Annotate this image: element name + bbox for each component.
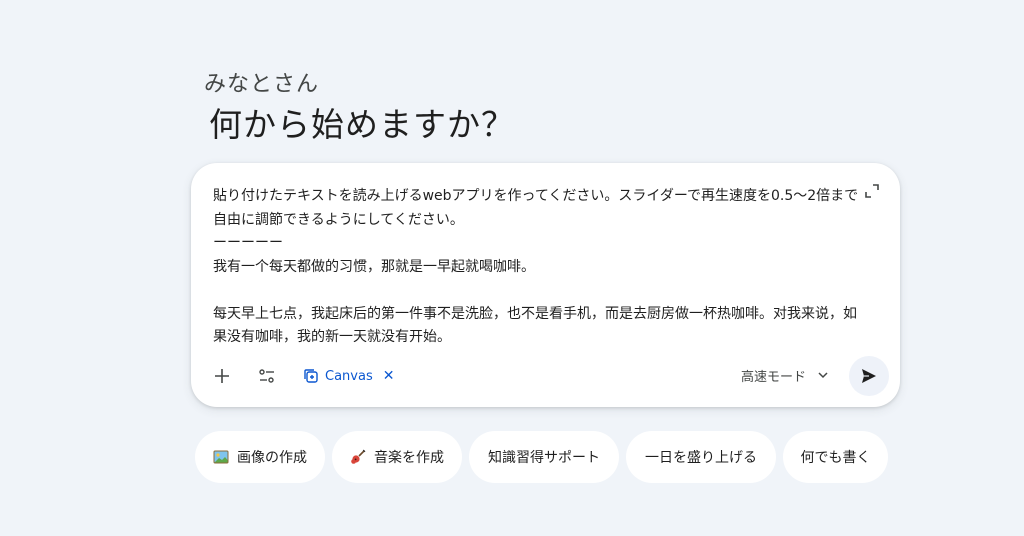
suggestion-create-music[interactable]: 音楽を作成: [332, 431, 462, 483]
tune-icon: [259, 369, 274, 383]
suggestion-label: 何でも書く: [800, 450, 871, 466]
suggestion-learning-support[interactable]: 知識習得サポート: [469, 431, 619, 483]
canvas-chip[interactable]: Canvas ✕: [297, 361, 400, 391]
suggestion-write-anything[interactable]: 何でも書く: [783, 431, 888, 483]
canvas-chip-label: Canvas: [325, 368, 373, 384]
expand-icon[interactable]: [864, 183, 880, 199]
suggestion-label: 音楽を作成: [374, 450, 444, 466]
tools-button[interactable]: [252, 361, 282, 391]
close-icon[interactable]: ✕: [383, 368, 395, 384]
composer-toolbar: Canvas ✕: [207, 361, 400, 391]
suggestion-liven-up-day[interactable]: 一日を盛り上げる: [626, 431, 776, 483]
canvas-icon: [304, 369, 318, 383]
prompt-input[interactable]: 貼り付けたテキストを読み上げるwebアプリを作ってください。スライダーで再生速度…: [213, 185, 859, 350]
plus-icon: [215, 369, 229, 383]
suggestion-label: 一日を盛り上げる: [645, 450, 757, 466]
mode-selector[interactable]: 高速モード: [741, 366, 828, 385]
chevron-down-icon: [818, 368, 828, 383]
add-button[interactable]: [207, 361, 237, 391]
mode-label: 高速モード: [741, 370, 807, 385]
gemini-home: みなとさん 何から始めますか？ 貼り付けたテキストを読み上げるwebアプリを作っ…: [0, 0, 1024, 536]
picture-emoji-icon: [213, 449, 229, 465]
prompt-composer[interactable]: 貼り付けたテキストを読み上げるwebアプリを作ってください。スライダーで再生速度…: [191, 163, 900, 407]
suggestion-create-image[interactable]: 画像の作成: [195, 431, 325, 483]
suggestion-label: 画像の作成: [237, 450, 307, 466]
send-button[interactable]: [849, 356, 889, 396]
guitar-emoji-icon: [350, 449, 366, 465]
greeting-title: 何から始めますか？: [209, 105, 515, 144]
send-icon: [862, 369, 876, 383]
greeting-username: みなとさん: [204, 72, 320, 97]
suggestion-label: 知識習得サポート: [488, 450, 600, 466]
